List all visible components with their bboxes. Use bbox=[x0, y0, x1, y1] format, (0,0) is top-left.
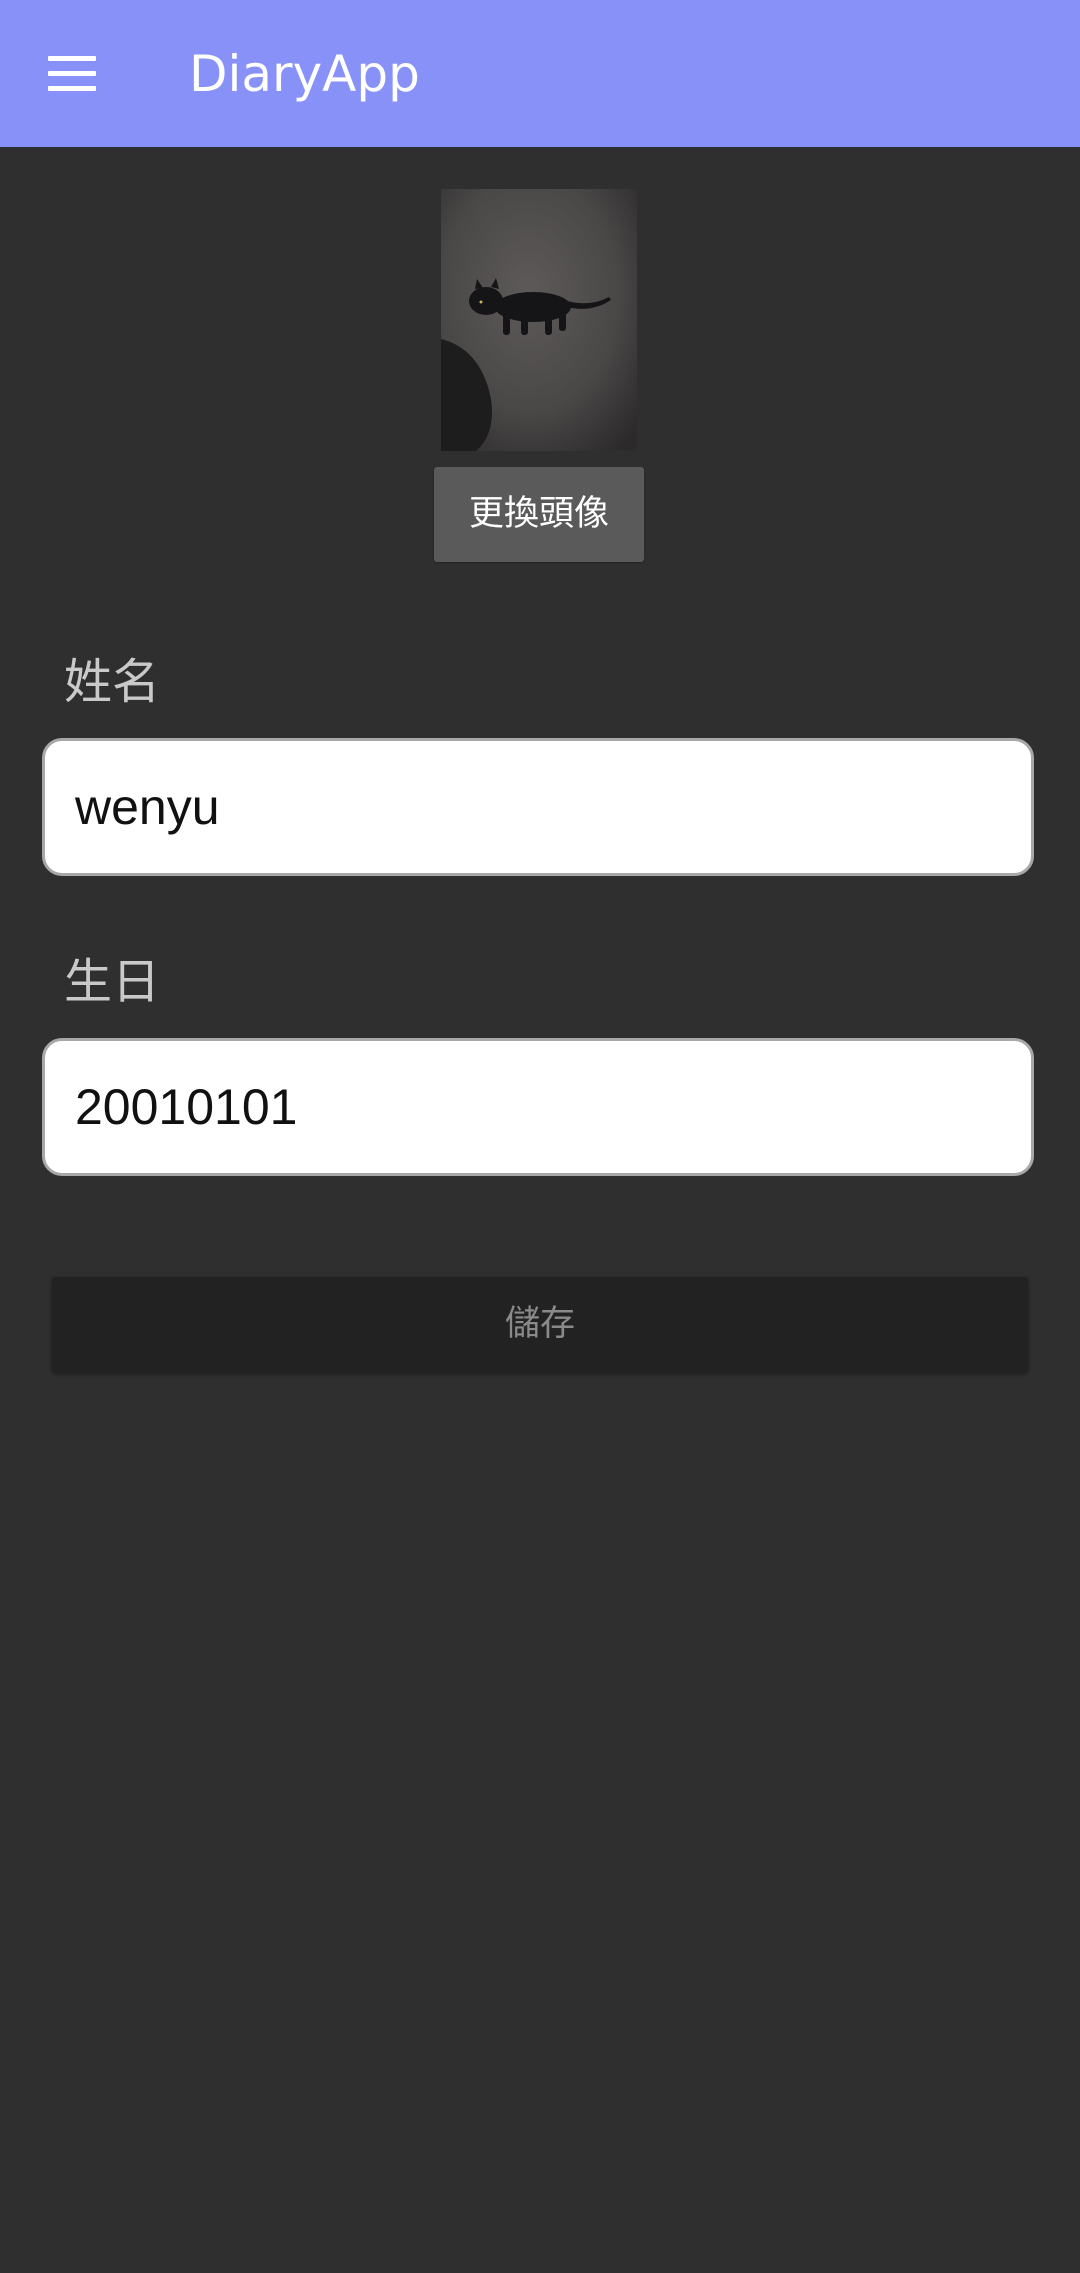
app-bar: DiaryApp bbox=[0, 0, 1080, 147]
save-button[interactable]: 儲存 bbox=[52, 1277, 1028, 1372]
app-title: DiaryApp bbox=[189, 45, 420, 103]
avatar-image bbox=[441, 189, 637, 451]
birthday-field[interactable] bbox=[42, 1038, 1034, 1176]
menu-icon-line bbox=[48, 86, 96, 91]
change-avatar-button[interactable]: 更換頭像 bbox=[434, 467, 644, 562]
name-field[interactable] bbox=[42, 738, 1034, 876]
birthday-label: 生日 bbox=[64, 954, 161, 1010]
avatar-photo bbox=[441, 189, 637, 451]
name-label: 姓名 bbox=[64, 654, 161, 710]
menu-icon-line bbox=[48, 71, 96, 76]
hamburger-menu-icon[interactable] bbox=[40, 50, 104, 98]
menu-icon-line bbox=[48, 56, 96, 61]
